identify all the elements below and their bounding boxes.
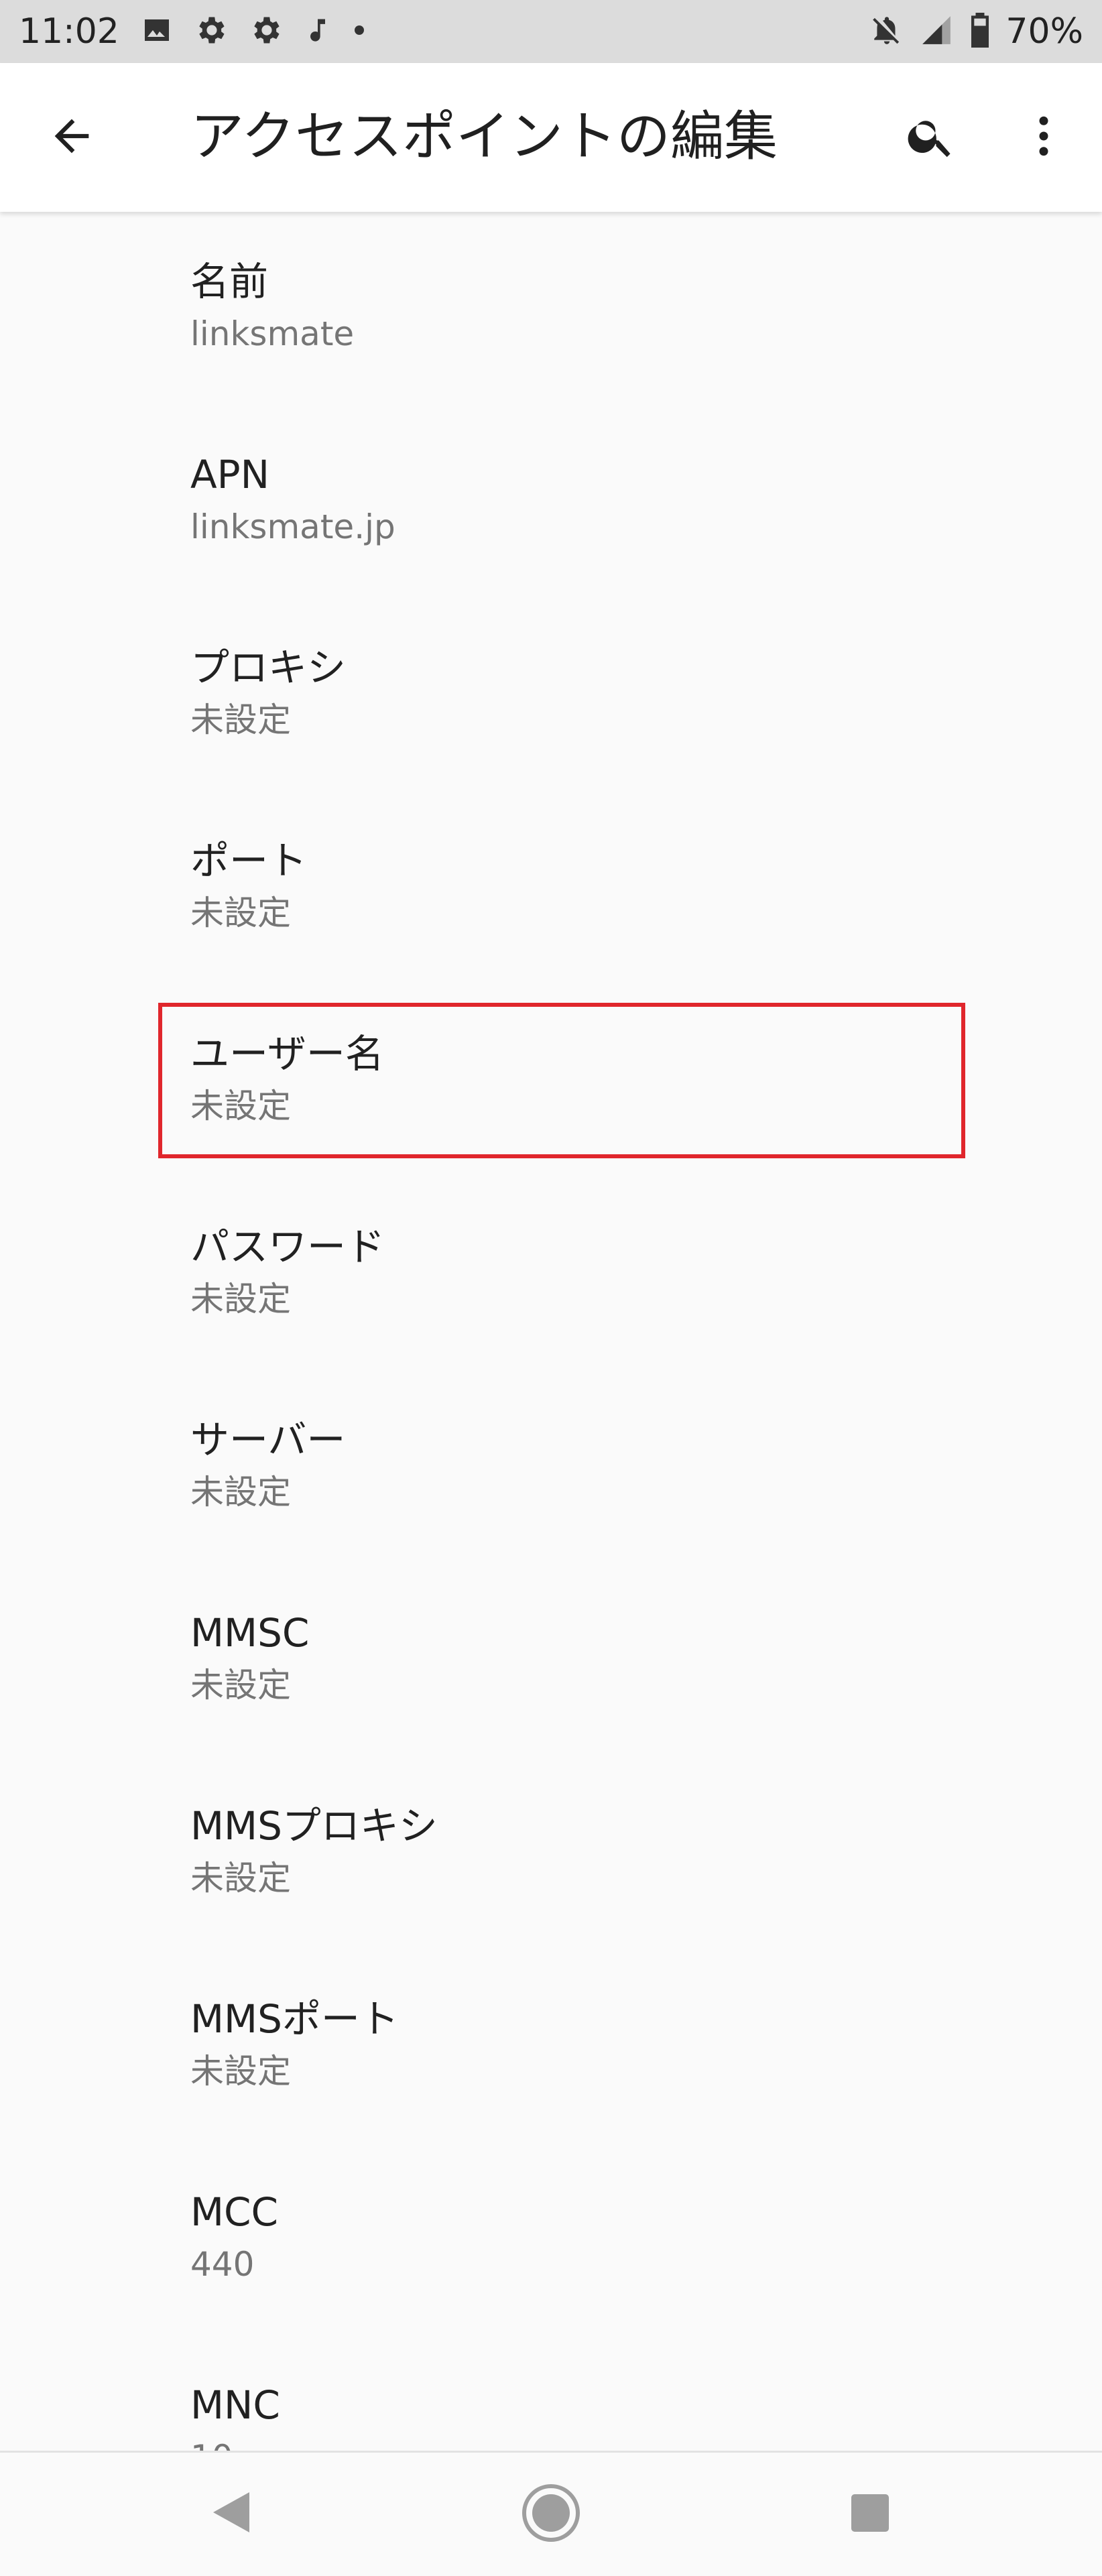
music-note-icon bbox=[303, 14, 332, 49]
pref-summary: 未設定 bbox=[190, 1280, 291, 1318]
more-vert-icon bbox=[1018, 110, 1070, 165]
pref-summary: 未設定 bbox=[190, 1087, 291, 1125]
gear-icon bbox=[248, 13, 283, 50]
pref-title: MCC bbox=[190, 2189, 279, 2235]
pref-title: 名前 bbox=[190, 259, 269, 304]
pref-server[interactable]: サーバー 未設定 bbox=[0, 1370, 1102, 1563]
more-options-button[interactable] bbox=[1008, 102, 1079, 173]
pref-title: ユーザー名 bbox=[190, 1031, 384, 1077]
pref-summary: 未設定 bbox=[190, 1473, 291, 1512]
battery-icon bbox=[969, 13, 991, 50]
pref-mms-proxy[interactable]: MMSプロキシ 未設定 bbox=[0, 1756, 1102, 1949]
pref-summary: 未設定 bbox=[190, 700, 291, 739]
status-time: 11:02 bbox=[19, 11, 119, 52]
gear-icon bbox=[193, 13, 228, 50]
pref-title: プロキシ bbox=[190, 645, 347, 690]
search-button[interactable] bbox=[896, 102, 967, 173]
nav-home-button[interactable] bbox=[520, 2483, 582, 2545]
pref-summary: 未設定 bbox=[190, 1666, 291, 1705]
pref-title: MMSプロキシ bbox=[190, 1803, 438, 1849]
image-icon bbox=[141, 14, 173, 49]
status-bar: 11:02 70% bbox=[0, 0, 1102, 63]
pref-port[interactable]: ポート 未設定 bbox=[0, 791, 1102, 984]
pref-username[interactable]: ユーザー名 未設定 bbox=[0, 984, 1102, 1177]
search-icon bbox=[905, 110, 957, 165]
apn-settings-list: 名前 linksmate APN linksmate.jp プロキシ 未設定 ポ… bbox=[0, 212, 1102, 2451]
pref-mcc[interactable]: MCC 440 bbox=[0, 2142, 1102, 2335]
nav-back-button[interactable] bbox=[201, 2483, 261, 2544]
pref-title: APN bbox=[190, 452, 270, 497]
pref-mnc[interactable]: MNC 10 bbox=[0, 2335, 1102, 2451]
pref-summary: 未設定 bbox=[190, 894, 291, 932]
nav-recents-button[interactable] bbox=[841, 2485, 900, 2544]
pref-title: MMSC bbox=[190, 1610, 310, 1656]
nav-home-icon bbox=[520, 2482, 582, 2547]
pref-summary: 440 bbox=[190, 2245, 255, 2284]
pref-summary: linksmate.jp bbox=[190, 507, 395, 546]
arrow-back-icon bbox=[46, 111, 97, 164]
pref-summary: 10 bbox=[190, 2436, 233, 2451]
navigation-bar bbox=[0, 2451, 1102, 2576]
status-notification-icons bbox=[141, 12, 366, 51]
app-bar: アクセスポイントの編集 bbox=[0, 63, 1102, 212]
dot-icon bbox=[353, 23, 366, 40]
battery-percentage: 70% bbox=[1005, 11, 1083, 52]
pref-mms-port[interactable]: MMSポート 未設定 bbox=[0, 1949, 1102, 2142]
pref-summary: linksmate bbox=[190, 314, 355, 353]
nav-back-icon bbox=[210, 2490, 252, 2538]
status-system-icons: 70% bbox=[870, 12, 1083, 51]
pref-mmsc[interactable]: MMSC 未設定 bbox=[0, 1563, 1102, 1756]
pref-title: ポート bbox=[190, 838, 308, 883]
pref-apn[interactable]: APN linksmate.jp bbox=[0, 405, 1102, 598]
notifications-off-icon bbox=[870, 13, 904, 50]
signal-icon bbox=[918, 13, 955, 50]
pref-title: パスワード bbox=[190, 1224, 385, 1270]
nav-recents-icon bbox=[850, 2493, 890, 2536]
pref-title: MMSポート bbox=[190, 1996, 399, 2042]
page-title: アクセスポイントの編集 bbox=[190, 105, 778, 168]
pref-summary: 未設定 bbox=[190, 2052, 291, 2091]
pref-password[interactable]: パスワード 未設定 bbox=[0, 1177, 1102, 1370]
pref-title: サーバー bbox=[190, 1417, 346, 1463]
back-button[interactable] bbox=[36, 102, 107, 173]
pref-name[interactable]: 名前 linksmate bbox=[0, 212, 1102, 405]
pref-summary: 未設定 bbox=[190, 1859, 291, 1898]
pref-title: MNC bbox=[190, 2382, 280, 2428]
pref-proxy[interactable]: プロキシ 未設定 bbox=[0, 598, 1102, 791]
